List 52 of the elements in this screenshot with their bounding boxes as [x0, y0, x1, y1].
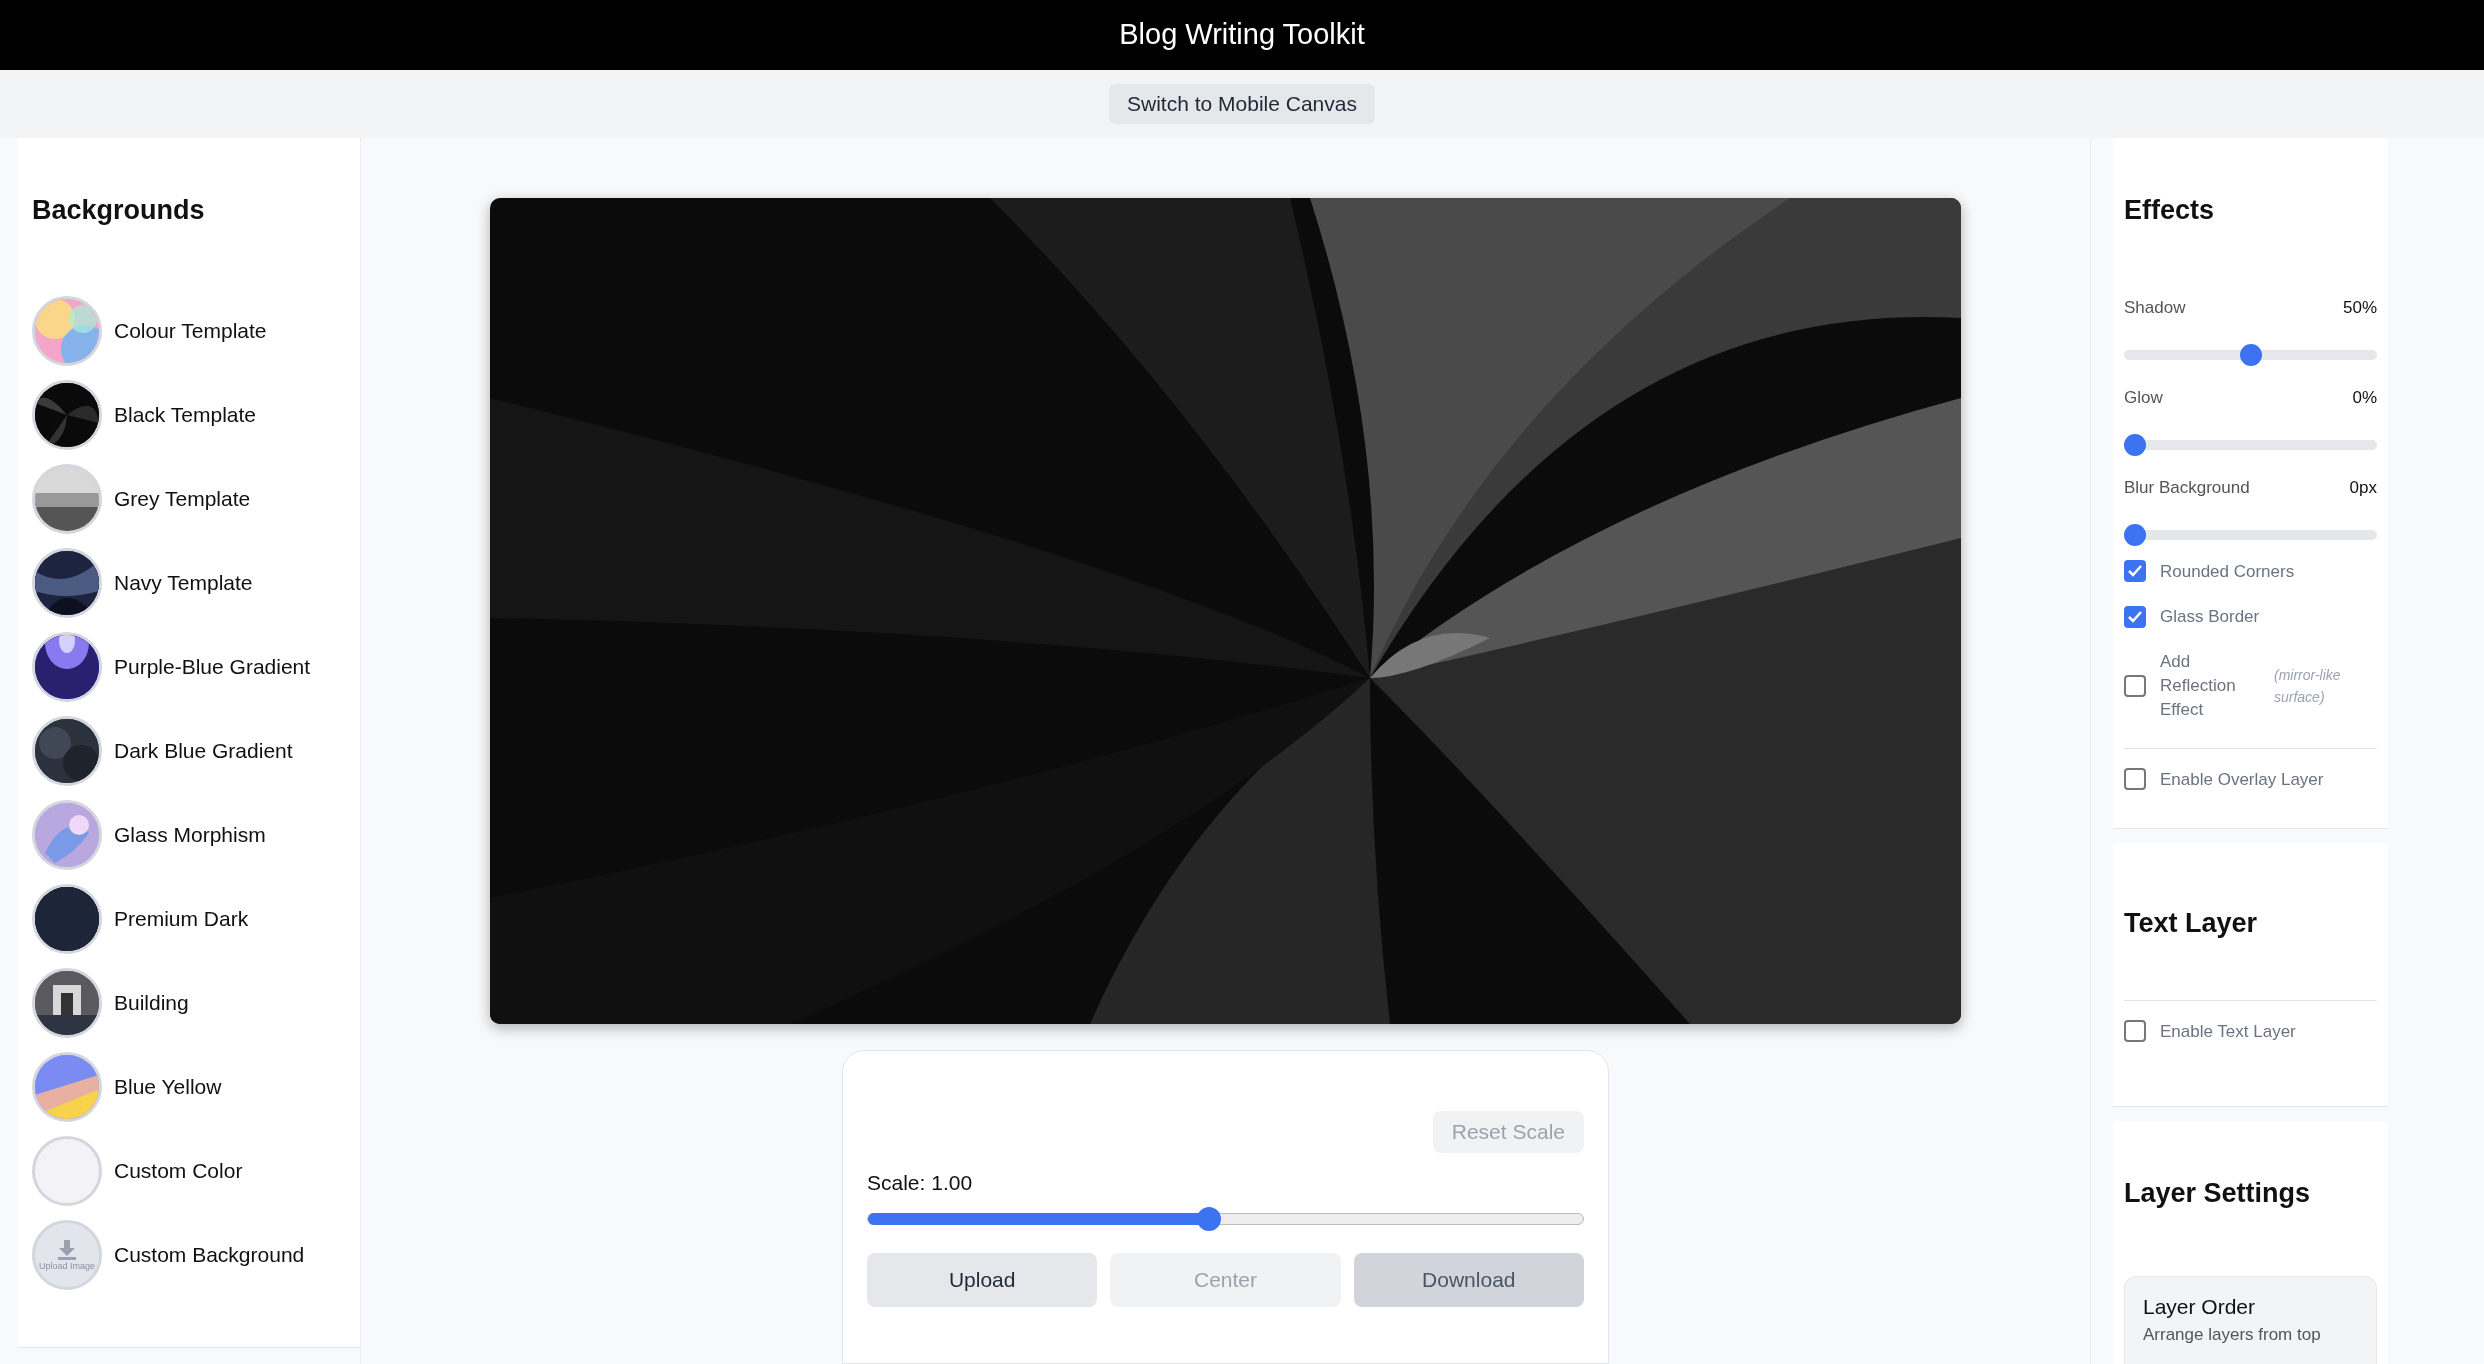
check-icon: [2128, 565, 2142, 578]
background-option[interactable]: Building: [114, 987, 189, 1019]
background-option[interactable]: Custom Color: [114, 1155, 243, 1187]
background-option[interactable]: Purple-Blue Gradient: [114, 651, 311, 683]
checkbox[interactable]: [2124, 674, 2146, 697]
background-option[interactable]: Black Template: [114, 399, 257, 431]
checkbox[interactable]: [2124, 605, 2146, 628]
slider-value: 50%: [2342, 296, 2377, 319]
slider-value: 0px: [2349, 476, 2377, 499]
option-label: Glass Border: [2160, 606, 2260, 628]
scale-slider[interactable]: [867, 1206, 1584, 1231]
download-icon: [56, 1239, 78, 1260]
upload-caption: Upload Image: [38, 1261, 95, 1271]
background-option[interactable]: Grey Template: [114, 483, 251, 515]
slider-thumb[interactable]: [1196, 1206, 1221, 1231]
option-label: Enable Text Layer: [2160, 1020, 2296, 1043]
slider-thumb[interactable]: [2124, 524, 2146, 546]
checkbox[interactable]: [2124, 1020, 2146, 1043]
scale-label: Scale: 1.00: [867, 1170, 974, 1196]
slider[interactable]: [2124, 344, 2377, 366]
background-option[interactable]: Colour Template: [114, 315, 267, 347]
slider[interactable]: [2124, 434, 2377, 456]
checkbox[interactable]: [2124, 768, 2146, 791]
slider-value: 0%: [2352, 386, 2377, 409]
background-option[interactable]: Blue Yellow: [114, 1071, 222, 1103]
slider-label: Blur Background: [2124, 476, 2250, 499]
background-option[interactable]: Premium Dark: [114, 903, 249, 935]
switch-canvas-button[interactable]: Switch to Mobile Canvas: [1109, 84, 1375, 124]
background-option[interactable]: Dark Blue Gradient: [114, 735, 293, 767]
option-label: Add Reflection Effect: [2160, 650, 2237, 721]
box-description: Arrange layers from top: [2143, 1324, 2322, 1346]
checkbox[interactable]: [2124, 560, 2146, 583]
app-title: Blog Writing Toolkit: [1119, 17, 1365, 53]
option-label: Enable Overlay Layer: [2160, 768, 2324, 791]
panel-heading: Text Layer: [2124, 907, 2259, 940]
box-title: Layer Order: [2143, 1293, 2257, 1320]
slider-thumb[interactable]: [2124, 434, 2146, 456]
slider-label: Shadow: [2124, 296, 2186, 319]
slider-label: Glow: [2124, 386, 2163, 409]
panel-heading: Effects: [2124, 194, 2216, 227]
action-button[interactable]: Upload: [867, 1252, 1098, 1307]
background-option[interactable]: Glass Morphism: [114, 819, 266, 851]
background-option[interactable]: Custom Background: [114, 1239, 305, 1271]
panel-heading: Backgrounds: [32, 194, 206, 227]
check-icon: [2128, 610, 2142, 623]
slider[interactable]: [2124, 524, 2377, 546]
option-note: (mirror-like surface): [2274, 665, 2342, 707]
background-option[interactable]: Navy Template: [114, 567, 253, 599]
action-button[interactable]: Download: [1353, 1252, 1584, 1307]
slider-thumb[interactable]: [2239, 344, 2262, 366]
panel-heading: Layer Settings: [2124, 1177, 2312, 1210]
option-label: Rounded Corners: [2160, 560, 2295, 583]
